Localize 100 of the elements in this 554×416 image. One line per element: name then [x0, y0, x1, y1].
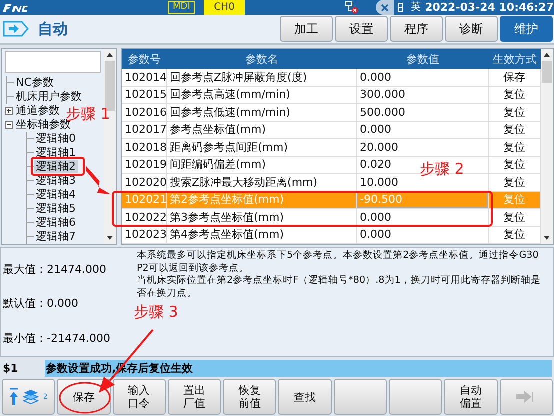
scrollbar[interactable] [541, 49, 553, 244]
field-label: 最大值： [3, 262, 47, 276]
tree-item[interactable]: 机床用户参数 [14, 90, 84, 104]
tree-branch-line [24, 216, 34, 230]
table-cell: 回参考点低速(mm/min) [170, 104, 290, 120]
tree-branch-line [24, 230, 34, 244]
table-cell: 复位 [504, 227, 526, 242]
table-cell[interactable]: 0.000 [360, 210, 392, 224]
table-cell[interactable]: 300.000 [360, 88, 406, 102]
table-cell: 复位 [504, 104, 526, 120]
table-cell[interactable]: 0.000 [360, 70, 392, 84]
tree-item[interactable]: 逻辑轴6 [34, 216, 78, 230]
expand-icon[interactable] [5, 106, 13, 115]
table-cell: 距离码参考点间距(mm) [170, 140, 288, 155]
tree-branch-line [4, 90, 14, 104]
mode-arrow-icon [3, 21, 29, 37]
menu-tab[interactable]: 维护 [500, 16, 553, 42]
tree-branch-line [24, 174, 34, 188]
softkey-button[interactable]: 输入 口令 [112, 379, 166, 415]
tree-item[interactable]: 逻辑轴1 [34, 146, 78, 160]
table-cell: 102017 [125, 123, 166, 136]
tree-item[interactable]: 逻辑轴0 [34, 132, 78, 146]
table-cell: 第4参考点坐标值(mm) [170, 227, 284, 242]
field-label: 最小值： [3, 332, 47, 346]
tree-item[interactable]: NC参数 [14, 76, 56, 90]
mode-title: 自动 [38, 20, 68, 38]
table-cell: 间距编码偏差(mm) [170, 157, 266, 172]
table-cell: 102015 [125, 88, 166, 102]
table-cell: 复位 [504, 140, 526, 155]
layers-icon [23, 389, 40, 405]
table-cell: 102021 [125, 193, 166, 206]
table-cell: 保存 [504, 70, 526, 85]
upload-arrow-icon [9, 388, 20, 406]
table-cell: 复位 [504, 87, 526, 102]
table-cell: 参考点坐标值(mm) [170, 122, 266, 138]
mode-indicator: MDI [168, 1, 196, 14]
parameter-description: 当机床实际位置在第2参考点坐标时F（逻辑轴号*80）.8为1，换刀时可用此寄存器判断轴是否在换刀点。 [137, 275, 542, 300]
column-header[interactable]: 参数号 [122, 49, 167, 69]
column-header[interactable]: 生效方式 [489, 49, 541, 69]
table-cell: 102018 [125, 140, 166, 154]
table-cell: 复位 [504, 122, 526, 138]
table-cell[interactable]: 20.000 [360, 140, 398, 154]
table-cell: 102023 [125, 228, 166, 242]
table-cell[interactable]: 0.000 [360, 123, 392, 136]
tree-branch-line [24, 160, 34, 174]
field-value: 0.000 [47, 297, 78, 310]
table-cell: 102019 [125, 158, 166, 172]
keyboard-icon [398, 3, 403, 12]
softkey-button[interactable]: 恢复 前值 [223, 379, 276, 415]
tree-item[interactable]: 逻辑轴4 [34, 188, 78, 202]
table-cell: 回参考点Z脉冲屏蔽角度(度) [170, 70, 308, 85]
tree-item[interactable]: 通道参数 [14, 104, 62, 118]
step-label: 步骤 2 [420, 160, 464, 179]
arrow-to-end-icon [516, 391, 536, 403]
logo-icon [2, 3, 30, 13]
search-field[interactable] [5, 51, 101, 73]
table-cell: 复位 [504, 157, 526, 172]
field-value: -21474.000 [47, 332, 110, 346]
table-cell: 复位 [504, 210, 526, 225]
field-value: 21474.000 [47, 262, 106, 276]
step-label: 步骤 3 [134, 303, 178, 322]
close-icon[interactable] [376, 0, 394, 15]
table-cell[interactable]: 500.000 [360, 106, 406, 119]
collapse-icon[interactable] [5, 120, 13, 129]
table-cell[interactable]: 0.020 [360, 158, 392, 172]
highlight-frame [31, 157, 85, 176]
softkey-button[interactable]: 置出 厂值 [168, 379, 222, 415]
table-cell: 102022 [125, 210, 166, 224]
table-cell[interactable]: 10.000 [360, 176, 398, 189]
table-cell: 第2参考点坐标值(mm) [170, 192, 284, 208]
menu-tab[interactable]: 加工 [280, 16, 333, 42]
highlight-circle [59, 382, 111, 414]
table-cell: 搜索Z脉冲最大移动距离(mm) [170, 174, 318, 190]
tree-branch-line [4, 76, 14, 90]
date-time: 2022-03-24 10:46:27 [425, 0, 554, 15]
network-disconnected-icon [345, 1, 359, 14]
arrow [86, 164, 111, 194]
parameter-description: 本系统最多可以指定机床坐标系下5个参考点。本参数设置第2参考点坐标值。通过指令G30 P2可以返回到该参考点。 [137, 250, 540, 275]
tree-item[interactable]: 逻辑轴7 [34, 230, 78, 244]
input-method-indicator[interactable]: 英 [411, 0, 421, 15]
menu-tab[interactable]: 设置 [335, 16, 388, 42]
table-cell: 第3参考点坐标值(mm) [170, 210, 284, 225]
menu-tab[interactable]: 程序 [390, 16, 443, 42]
scrollbar[interactable] [104, 49, 116, 244]
softkey-button[interactable]: 查找 [278, 379, 332, 415]
tree-branch-line [24, 146, 34, 160]
table-cell[interactable]: 0.000 [360, 228, 392, 242]
tree-item[interactable]: 逻辑轴2 [34, 160, 78, 174]
softkey-button[interactable]: 自动 偏置 [444, 379, 498, 415]
column-header[interactable]: 参数名 [167, 49, 357, 69]
table-cell: 复位 [504, 192, 526, 208]
table-cell: 回参考点高速(mm/min) [170, 87, 290, 102]
tree-branch-line [24, 188, 34, 202]
tree-branch-line [24, 202, 34, 216]
menu-tab[interactable]: 诊断 [445, 16, 498, 42]
table-cell: 102016 [125, 106, 166, 119]
tree-item[interactable]: 逻辑轴5 [34, 202, 78, 216]
table-cell: 复位 [504, 174, 526, 190]
column-header[interactable]: 参数值 [357, 49, 489, 69]
channel-label: $1 [2, 362, 20, 375]
